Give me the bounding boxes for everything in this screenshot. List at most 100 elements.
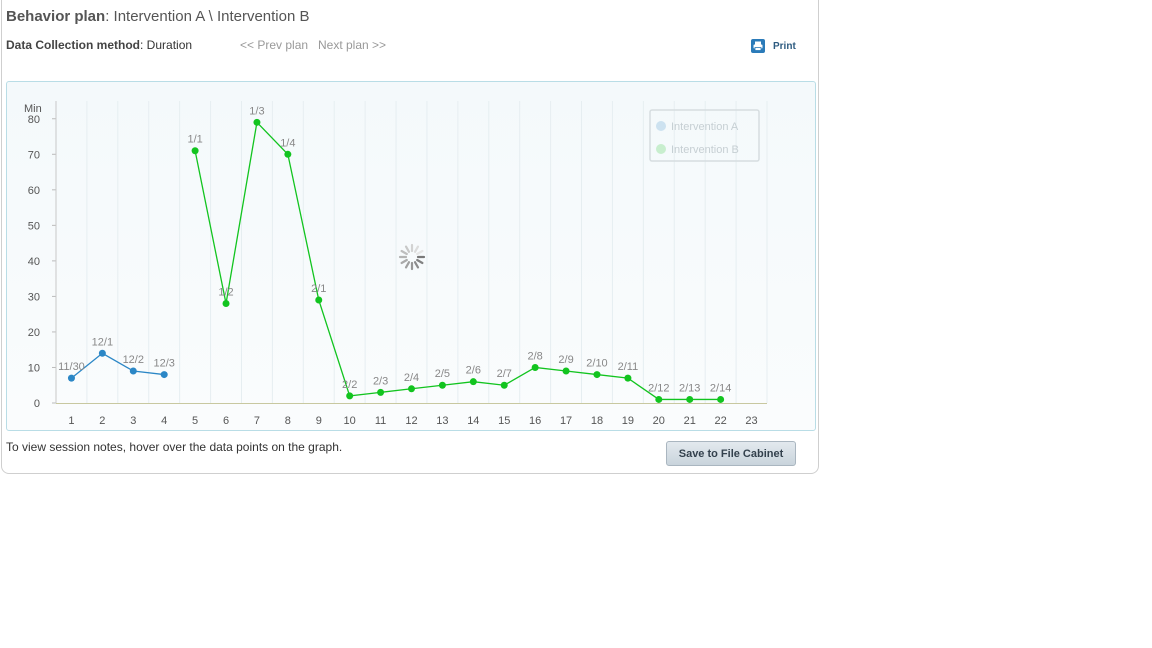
x-tick-label: 20: [653, 415, 665, 427]
data-point[interactable]: [67, 374, 75, 382]
data-point[interactable]: [191, 147, 199, 155]
y-tick-label: 60: [28, 185, 40, 197]
data-label: 1/3: [249, 105, 264, 117]
data-point[interactable]: [315, 296, 323, 304]
data-label: 2/4: [404, 372, 419, 384]
data-point[interactable]: [98, 349, 106, 357]
legend-item[interactable]: Intervention B: [671, 144, 739, 156]
data-label: 2/13: [679, 382, 700, 394]
chart-legend[interactable]: Intervention A Intervention B: [649, 109, 760, 162]
y-tick-label: 0: [34, 398, 40, 410]
data-label: 11/30: [58, 361, 85, 373]
session-notes-hint: To view session notes, hover over the da…: [6, 440, 343, 454]
chart-svg: 01020304050607080Min1 2 3 4 5 6 7 8 9 10 11 12 13 14 1…: [24, 101, 768, 427]
x-tick-label: 19: [622, 415, 634, 427]
y-tick-label: 80: [28, 114, 40, 126]
y-tick-label: 70: [28, 149, 40, 161]
next-plan-link[interactable]: Next plan >>: [318, 38, 386, 52]
plan-label: Behavior plan: [6, 8, 106, 25]
y-tick-label: 40: [28, 256, 40, 268]
data-label: 2/10: [586, 358, 607, 370]
data-label: 1/4: [280, 137, 295, 149]
x-tick-label: 7: [254, 415, 260, 427]
x-tick-label: 6: [223, 415, 229, 427]
data-label: 12/3: [153, 358, 174, 370]
data-point[interactable]: [655, 395, 663, 403]
print-label: Print: [773, 40, 796, 52]
x-tick-label: 2: [99, 415, 105, 427]
data-point[interactable]: [408, 385, 415, 393]
behavior-chart: 0 10 20 30 40 50 60 70 80 Min 1 2 3 4 5 6 7 8 9 10 11 12 13 14 1…: [6, 81, 816, 431]
printer-icon: [751, 39, 765, 53]
data-label: 2/9: [558, 354, 573, 366]
x-tick-label: 1: [68, 415, 74, 427]
legend-marker: [656, 121, 666, 131]
y-tick-label: 20: [28, 327, 40, 339]
data-label: 12/1: [92, 336, 113, 348]
data-point[interactable]: [531, 363, 539, 371]
x-tick-label: 16: [529, 415, 541, 427]
x-tick-label: 4: [161, 415, 167, 427]
data-label: 1/1: [187, 134, 202, 146]
x-tick-label: 17: [560, 415, 572, 427]
data-label: 2/2: [342, 379, 357, 391]
x-tick-label: 9: [316, 415, 322, 427]
x-tick-label: 15: [498, 415, 510, 427]
data-point[interactable]: [469, 378, 477, 386]
legend-item[interactable]: Intervention A: [671, 121, 739, 133]
x-tick-label: 3: [130, 415, 136, 427]
data-collection-method: Data Collection method: Duration: [6, 38, 192, 52]
data-point[interactable]: [717, 395, 725, 403]
x-tick-label: 21: [684, 415, 696, 427]
spinner-spoke: [413, 245, 420, 253]
prev-plan-link[interactable]: << Prev plan: [240, 38, 308, 52]
data-point[interactable]: [284, 150, 292, 158]
spinner-spoke: [400, 249, 408, 256]
x-tick-label: 12: [405, 415, 417, 427]
method-label: Data Collection method: [6, 38, 141, 52]
data-point[interactable]: [438, 381, 446, 389]
spinner-icon: [398, 243, 426, 271]
y-tick-label: 50: [28, 220, 40, 232]
method-value: : Duration: [140, 38, 193, 52]
spinner-spoke: [404, 261, 411, 269]
data-point[interactable]: [500, 381, 508, 389]
plan-name: : Intervention A \ Intervention B: [105, 8, 310, 25]
data-point[interactable]: [624, 374, 632, 382]
chart-axes: 01020304050607080Min1 2 3 4 5 6 7 8 9 10 11 12 13 14 1…: [24, 101, 767, 427]
data-label: 2/14: [710, 382, 731, 394]
data-point[interactable]: [160, 371, 168, 379]
chart-series: 11/30 12/1 12/2 12/3 1/1 1/2 1/3 1/4 2/1 2/2 2/3 2/…: [58, 105, 731, 403]
data-label: 12/2: [123, 354, 144, 366]
data-label: 2/12: [648, 382, 669, 394]
x-tick-label: 11: [375, 415, 386, 427]
save-to-file-cabinet-button[interactable]: Save to File Cabinet: [666, 441, 796, 466]
data-point[interactable]: [686, 395, 694, 403]
data-label: 2/7: [497, 368, 512, 380]
x-tick-label: 8: [285, 415, 291, 427]
data-point[interactable]: [593, 371, 601, 379]
x-tick-label: 23: [745, 415, 757, 427]
data-point[interactable]: [377, 388, 385, 396]
data-point[interactable]: [253, 118, 261, 126]
spinner-spoke: [400, 258, 408, 265]
x-tick-label: 5: [192, 415, 198, 427]
print-button[interactable]: Print: [751, 38, 796, 54]
data-point[interactable]: [222, 300, 230, 308]
y-tick-label: 30: [28, 291, 40, 303]
x-tick-label: 22: [715, 415, 727, 427]
spinner-spoke: [416, 249, 424, 256]
data-label: 2/3: [373, 375, 388, 387]
data-point[interactable]: [346, 392, 354, 400]
data-point[interactable]: [129, 367, 137, 375]
data-label: 1/2: [218, 287, 233, 299]
page-title: Behavior plan: Intervention A \ Interven…: [6, 8, 310, 25]
data-label: 2/1: [311, 283, 326, 295]
data-point[interactable]: [562, 367, 570, 375]
y-tick-label: 10: [28, 362, 40, 374]
data-label: 2/5: [435, 368, 450, 380]
spinner-spoke: [416, 258, 424, 265]
y-axis-label: Min: [24, 103, 42, 115]
legend-marker: [656, 144, 666, 154]
data-label: 2/6: [466, 365, 481, 377]
